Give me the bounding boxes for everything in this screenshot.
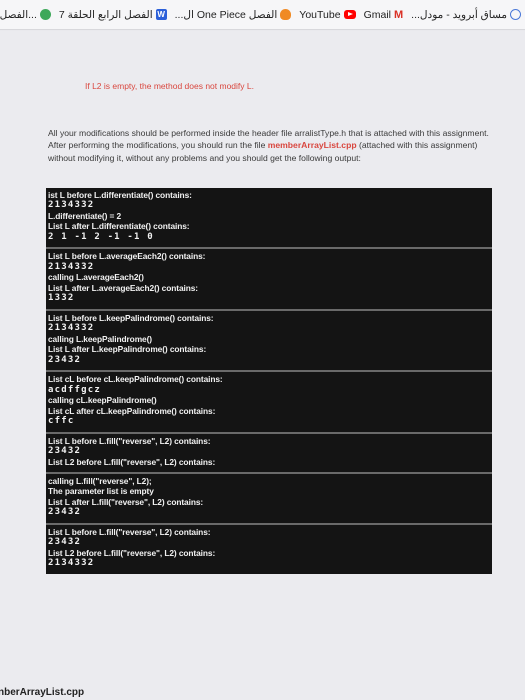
green-icon bbox=[39, 9, 51, 20]
console-values-line: 2134332 bbox=[48, 558, 95, 569]
console-text-line: List L2 before L.fill("reverse", L2) con… bbox=[48, 456, 216, 467]
console-text-line: List L after L.fill("reverse", L2) conta… bbox=[48, 496, 204, 507]
moodle-icon bbox=[510, 9, 521, 20]
bookmark-moodle[interactable]: ...مساق أبرويد - مودل bbox=[411, 9, 521, 21]
console-block: List L before L.keepPalindrome() contain… bbox=[46, 311, 492, 373]
bookmark-fire[interactable]: ...ال One Piece الفصل bbox=[175, 9, 292, 21]
console-text-line: List L before L.fill("reverse", L2) cont… bbox=[48, 526, 211, 537]
console-block: calling L.fill("reverse", L2); The parame… bbox=[46, 474, 492, 525]
console-text-line: calling L.averageEach2() bbox=[48, 272, 144, 283]
bookmark-gmail[interactable]: Gmail M bbox=[364, 9, 404, 21]
console-values-line: 2134332 bbox=[48, 261, 95, 272]
console-block: List cL before cL.keepPalindrome() conta… bbox=[46, 372, 492, 434]
bookmark-label: الفصل الرابع الحلقة 7 bbox=[58, 8, 153, 21]
filename-caption: nberArrayList.cpp bbox=[0, 687, 85, 698]
console-text-line: calling L.keepPalindrome() bbox=[48, 333, 152, 344]
note-text: If L2 is empty, the method does not modi… bbox=[85, 81, 254, 91]
console-values-line: 2134332 bbox=[48, 200, 95, 211]
console-values-line: 23432 bbox=[48, 446, 82, 457]
console-text-line: List L after L.differentiate() contains: bbox=[48, 221, 190, 232]
console-text-line: List L after L.keepPalindrome() contains… bbox=[48, 344, 207, 355]
document-page: If L2 is empty, the method does not modi… bbox=[0, 31, 525, 700]
bookmark-word[interactable]: الفصل الرابع الحلقة 7W bbox=[59, 9, 167, 21]
console-values-line: 23432 bbox=[48, 537, 82, 548]
bookmarks-bar: ...مساق أبرويد - مودل Gmail M YouTube ...ال … bbox=[0, 0, 525, 30]
bookmark-label: الفصل ال... bbox=[0, 8, 37, 21]
console-text-line: calling cL.keepPalindrome() bbox=[48, 395, 157, 406]
gmail-icon: M bbox=[393, 8, 404, 21]
console-text-line: L.differentiate() = 2 bbox=[48, 211, 122, 221]
console-text-line: List L before L.keepPalindrome() contain… bbox=[48, 312, 214, 323]
bookmark-green[interactable]: الفصل ال... bbox=[0, 9, 51, 21]
console-values-line: 23432 bbox=[48, 507, 82, 518]
console-values-line: 23432 bbox=[48, 354, 82, 365]
console-text-line: List cL after cL.keepPalindrome() contai… bbox=[48, 405, 216, 416]
console-block: List L before L.fill("reverse", L2) cont… bbox=[46, 525, 492, 574]
console-text-line: List cL before cL.keepPalindrome() conta… bbox=[48, 374, 223, 385]
word-icon: W bbox=[155, 9, 167, 20]
console-block: List L before L.fill("reverse", L2) cont… bbox=[46, 434, 492, 475]
console-text-line: calling L.fill("reverse", L2); bbox=[48, 476, 152, 487]
console-values-line: cffc bbox=[48, 416, 75, 427]
console-block: List L before L.averageEach2() contains:… bbox=[46, 249, 492, 311]
console-text-line: List L2 before L.fill("reverse", L2) con… bbox=[48, 547, 216, 558]
bookmark-youtube[interactable]: YouTube bbox=[299, 8, 356, 21]
console-block: ist L before L.differentiate() contains:… bbox=[46, 188, 492, 250]
console-text-line: List L before L.averageEach2() contains: bbox=[48, 251, 206, 262]
console-text-line: The parameter list is empty bbox=[48, 486, 154, 497]
filename-highlight: memberArrayList.cpp bbox=[267, 140, 357, 151]
instructions-paragraph: All your modifications should be perform… bbox=[48, 127, 496, 164]
console-values-line: 1332 bbox=[48, 293, 75, 304]
fire-icon bbox=[280, 9, 292, 20]
console-values-line: 2 1 -1 2 -1 -1 0 bbox=[48, 231, 154, 242]
console-text-line: List L after L.averageEach2() contains: bbox=[48, 282, 198, 293]
console-values-line: acdffgcz bbox=[48, 384, 101, 395]
console-values-line: 2134332 bbox=[48, 323, 95, 334]
youtube-icon bbox=[343, 10, 356, 19]
console-text-line: ist L before L.differentiate() contains: bbox=[48, 190, 192, 200]
bookmark-label: ...مساق أبرويد - مودل bbox=[411, 8, 507, 21]
bookmark-label: Gmail bbox=[363, 8, 391, 21]
console-text-line: List L before L.fill("reverse", L2) cont… bbox=[48, 435, 211, 446]
console-output: ist L before L.differentiate() contains:… bbox=[46, 188, 492, 574]
bookmark-label: YouTube bbox=[299, 8, 341, 21]
bookmark-label: ...ال One Piece الفصل bbox=[174, 8, 278, 21]
